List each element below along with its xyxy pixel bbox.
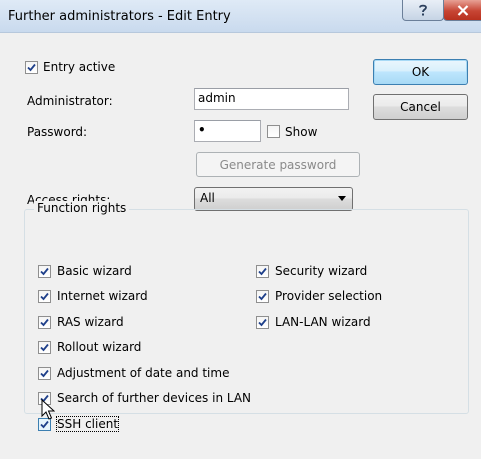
password-input[interactable]: • [194,120,261,142]
access-rights-dropdown[interactable]: All [194,187,353,211]
mouse-pointer-icon [41,399,55,420]
administrator-input[interactable]: admin [194,88,349,110]
rollout-wizard-label: Rollout wizard [57,340,142,354]
internet-wizard-checkbox[interactable] [38,290,51,303]
lan-lan-wizard-checkbox[interactable] [256,316,269,329]
internet-wizard-label: Internet wizard [57,289,148,303]
checkmark-icon [40,318,49,327]
help-button[interactable] [402,0,444,21]
provider-selection-label: Provider selection [275,289,383,303]
title-bar: Further administrators - Edit Entry [0,0,481,33]
entry-active-checkbox[interactable] [25,61,38,74]
date-time-label: Adjustment of date and time [57,366,230,380]
function-rights-group [24,209,469,414]
access-rights-value: All [200,191,215,205]
device-search-label: Search of further devices in LAN [57,391,252,405]
provider-selection-checkbox[interactable] [256,290,269,303]
lan-lan-wizard-label: LAN-LAN wizard [275,315,371,329]
entry-active-label: Entry active [43,60,116,74]
checkmark-icon [40,343,49,352]
chevron-down-icon [338,196,346,201]
checkmark-icon [40,420,49,429]
ssh-client-label: SSH client [55,416,120,432]
ras-wizard-label: RAS wizard [57,315,124,329]
close-button[interactable] [443,0,481,21]
show-password-checkbox[interactable] [267,125,280,138]
cancel-button[interactable]: Cancel [373,94,468,120]
ok-button[interactable]: OK [373,59,468,85]
password-label: Password: [27,125,88,139]
checkmark-icon [258,318,267,327]
basic-wizard-label: Basic wizard [57,264,132,278]
security-wizard-label: Security wizard [275,264,368,278]
question-mark-icon [419,4,427,16]
ras-wizard-checkbox[interactable] [38,316,51,329]
window-title: Further administrators - Edit Entry [8,9,231,24]
checkmark-icon [40,369,49,378]
close-icon [457,4,469,16]
basic-wizard-checkbox[interactable] [38,265,51,278]
generate-password-button[interactable]: Generate password [196,152,360,177]
function-rights-title: Function rights [34,201,130,215]
date-time-checkbox[interactable] [38,367,51,380]
checkmark-icon [258,292,267,301]
checkmark-icon [40,292,49,301]
rollout-wizard-checkbox[interactable] [38,341,51,354]
show-label: Show [285,125,318,139]
checkmark-icon [27,63,36,72]
administrator-label: Administrator: [27,94,113,108]
security-wizard-checkbox[interactable] [256,265,269,278]
checkmark-icon [258,267,267,276]
checkmark-icon [40,267,49,276]
